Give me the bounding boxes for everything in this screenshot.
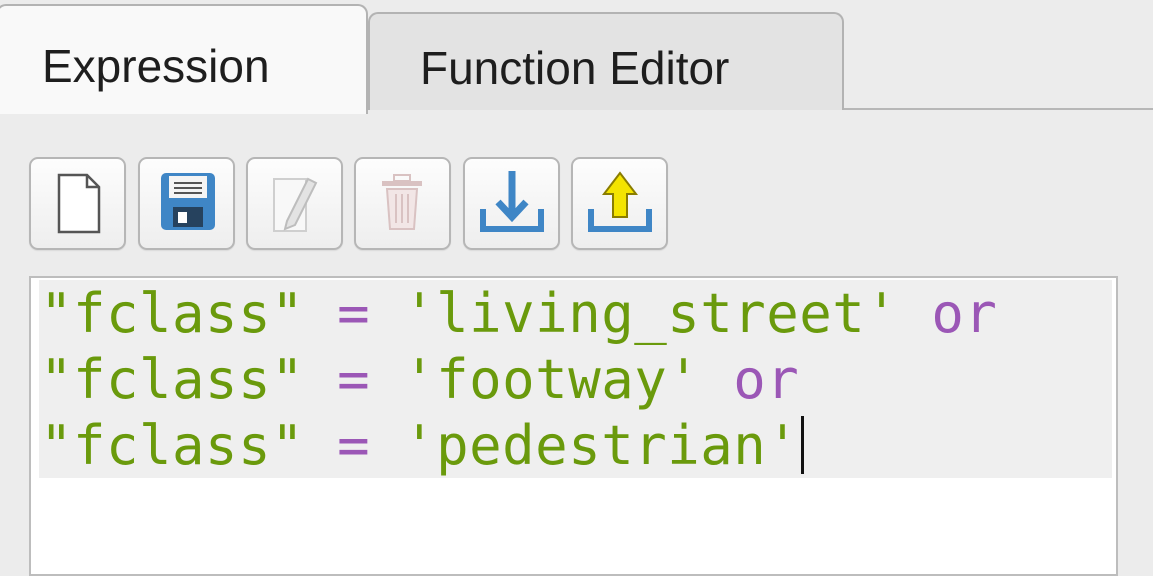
field-token: "fclass" <box>40 348 305 411</box>
operator-token: = <box>304 348 404 411</box>
new-file-icon <box>57 173 101 234</box>
import-button[interactable] <box>463 157 560 250</box>
edit-icon <box>273 177 318 232</box>
keyword-token: or <box>700 348 800 411</box>
string-token: 'footway' <box>403 348 701 411</box>
operator-token: = <box>304 414 404 477</box>
string-token: 'pedestrian' <box>403 414 800 477</box>
tab-function-editor[interactable]: Function Editor <box>368 12 844 110</box>
edit-expression-button <box>246 157 343 250</box>
text-caret <box>801 416 805 474</box>
field-token: "fclass" <box>40 282 305 345</box>
tab-bar: Expression Function Editor <box>0 0 1153 116</box>
code-line: "fclass" = 'footway' or <box>40 348 799 411</box>
save-icon <box>161 173 215 230</box>
tab-expression[interactable]: Expression <box>0 4 368 114</box>
new-expression-button[interactable] <box>29 157 126 250</box>
operator-token: = <box>304 282 404 345</box>
tab-expression-label: Expression <box>42 40 270 92</box>
field-token: "fclass" <box>40 414 305 477</box>
delete-expression-button <box>354 157 451 250</box>
expression-editor[interactable]: "fclass" = 'living_street' or "fclass" =… <box>29 276 1118 576</box>
export-button[interactable] <box>571 157 668 250</box>
export-icon <box>588 171 652 232</box>
keyword-token: or <box>898 282 998 345</box>
code-line: "fclass" = 'pedestrian' <box>40 414 805 477</box>
import-icon <box>480 171 544 232</box>
save-expression-button[interactable] <box>138 157 235 250</box>
tab-function-editor-label: Function Editor <box>420 42 730 94</box>
string-token: 'living_street' <box>403 282 899 345</box>
delete-icon <box>382 174 422 230</box>
code-line: "fclass" = 'living_street' or <box>40 282 997 345</box>
